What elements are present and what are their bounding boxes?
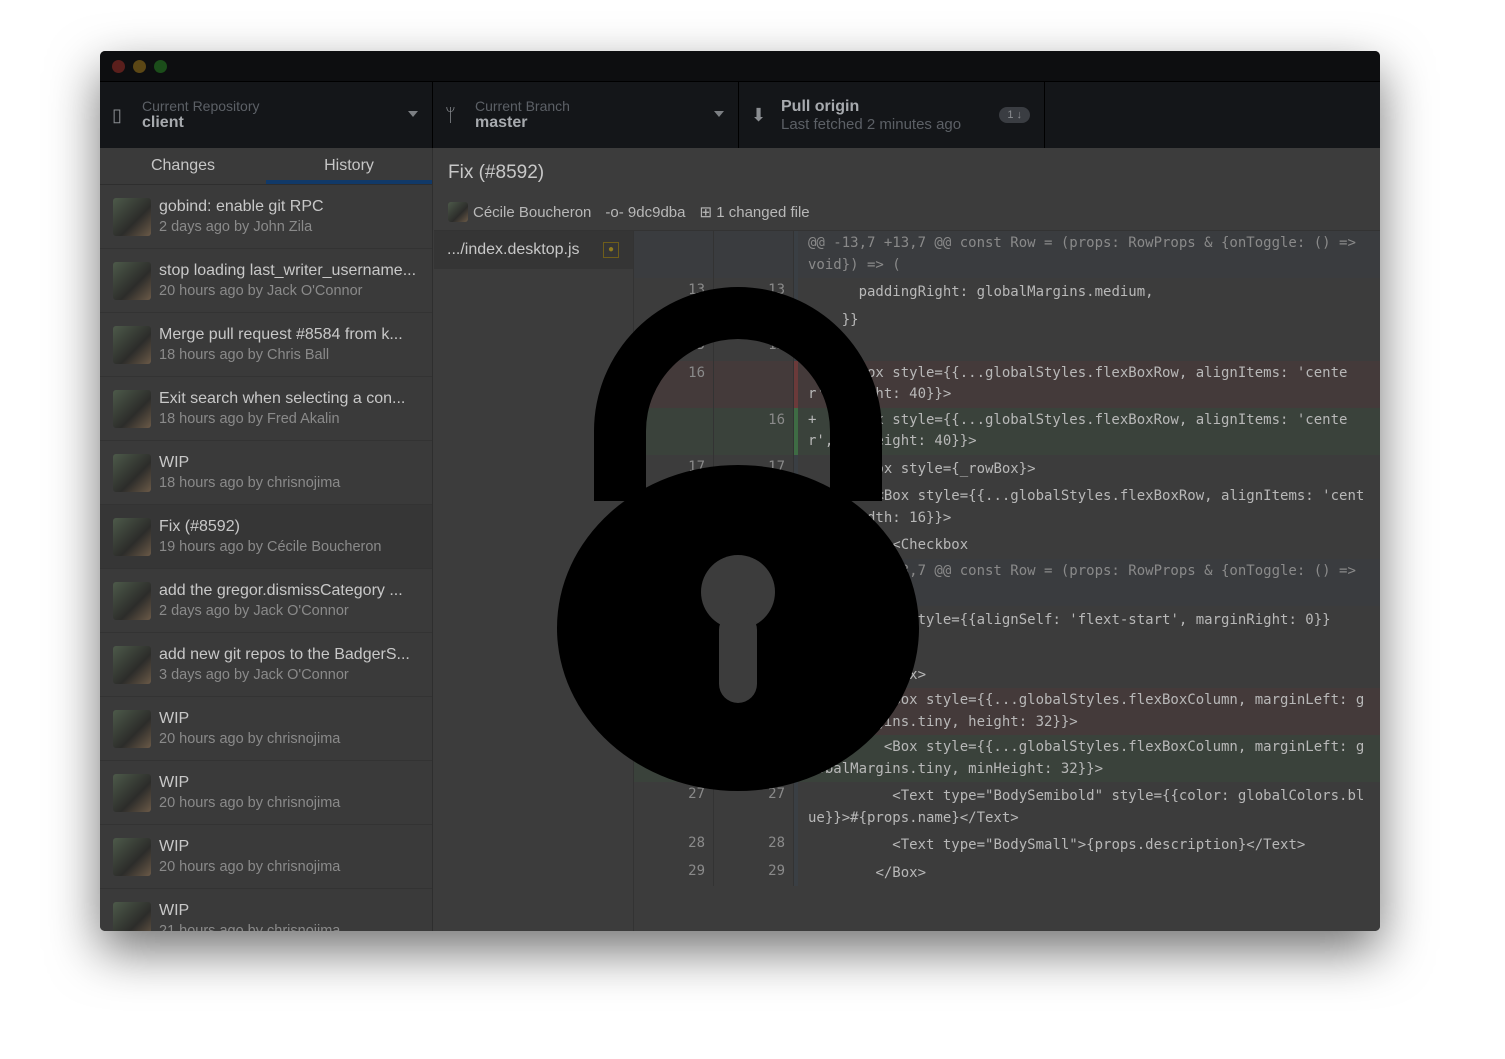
app-window: ▯ Current Repository client ᛘ Current Bra…	[100, 51, 1380, 931]
lock-icon	[557, 287, 919, 791]
